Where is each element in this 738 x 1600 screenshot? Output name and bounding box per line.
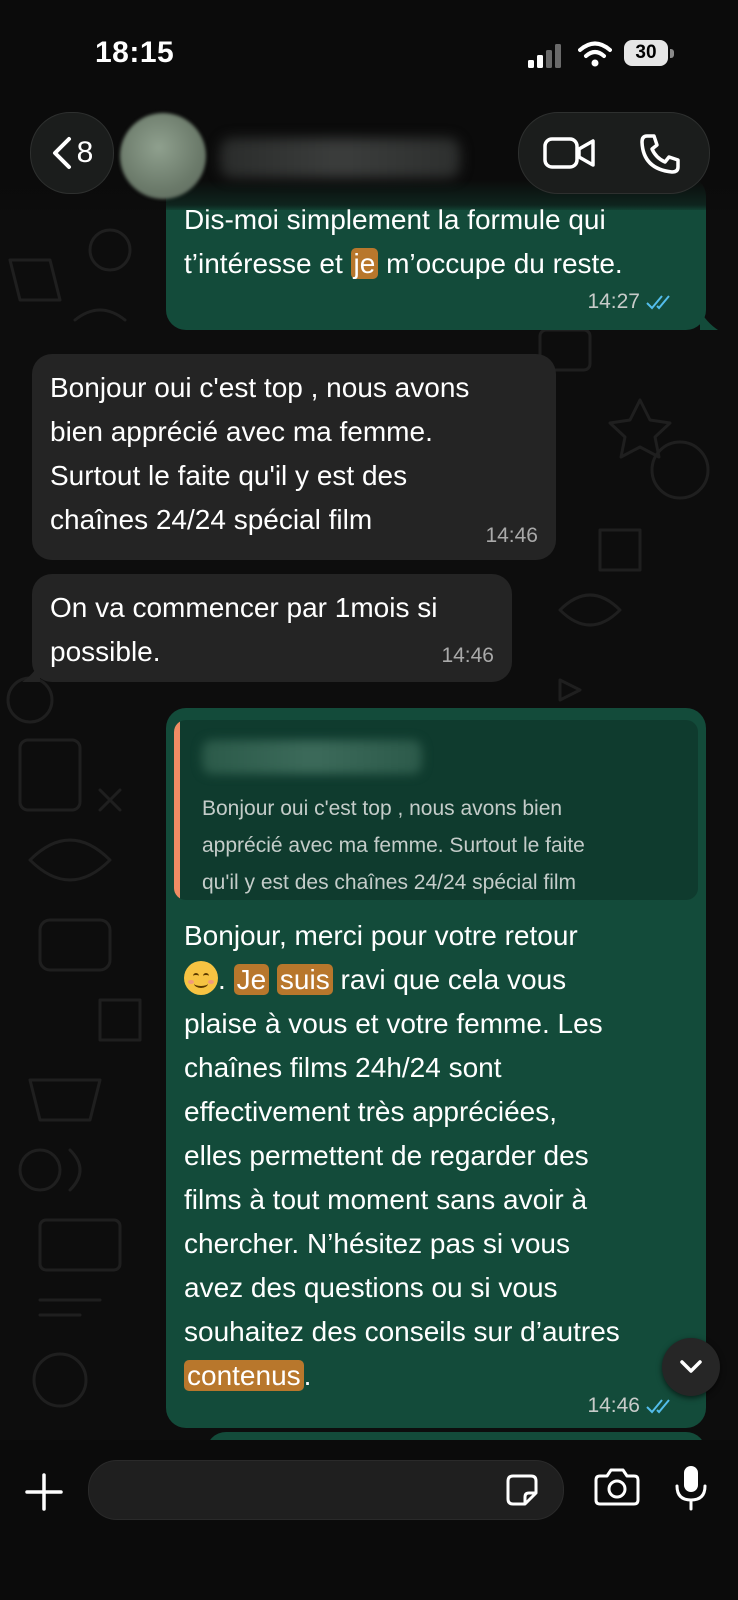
read-receipt-icon bbox=[646, 1399, 670, 1414]
message-body: Bonjour, merci pour votre retour . Je su… bbox=[184, 914, 620, 1398]
plus-icon[interactable] bbox=[24, 1472, 64, 1512]
composer-bar bbox=[0, 1440, 738, 1600]
quoted-line: apprécié avec ma femme. Surtout le faite bbox=[202, 834, 585, 857]
message-line: . Je suis ravi que cela vous bbox=[184, 958, 620, 1002]
message-line: bien apprécié avec ma femme. bbox=[50, 416, 433, 447]
message-time: 14:46 bbox=[485, 524, 538, 547]
message-input-field[interactable] bbox=[88, 1460, 564, 1521]
message-line: On va commencer par 1mois si bbox=[50, 592, 438, 623]
wifi-icon bbox=[578, 41, 612, 67]
battery-level: 30 bbox=[635, 42, 657, 63]
message-line: Surtout le faite qu'il y est des bbox=[50, 460, 408, 491]
incoming-message-bubble[interactable]: Bonjour oui c'est top , nous avons bien … bbox=[32, 354, 556, 560]
quoted-sender-blurred bbox=[202, 740, 422, 774]
read-receipt-icon bbox=[646, 295, 670, 310]
message-line: souhaitez des conseils sur d’autres bbox=[184, 1316, 620, 1347]
video-call-icon[interactable] bbox=[543, 135, 595, 171]
message-text: t’intéresse et je m’occupe du reste. bbox=[184, 248, 623, 279]
camera-icon[interactable] bbox=[594, 1468, 640, 1506]
unread-count: 8 bbox=[76, 136, 94, 169]
cellular-signal-icon bbox=[528, 44, 561, 68]
search-highlight: Je bbox=[233, 964, 270, 995]
bubble-tail bbox=[700, 310, 718, 330]
search-highlight: suis bbox=[276, 964, 333, 995]
bubble-tail bbox=[22, 662, 40, 682]
search-highlight: je bbox=[350, 248, 379, 279]
message-meta: 14:27 bbox=[587, 290, 676, 314]
message-line: chaînes films 24h/24 sont bbox=[184, 1052, 502, 1083]
quoted-line: Bonjour oui c'est top , nous avons bien bbox=[202, 797, 563, 820]
message-line: chaînes 24/24 spécial film bbox=[50, 504, 373, 535]
message-line: Bonjour, merci pour votre retour bbox=[184, 920, 578, 951]
status-time: 18:15 bbox=[95, 36, 175, 69]
message-line: Bonjour oui c'est top , nous avons bbox=[50, 372, 470, 403]
chevron-down-icon bbox=[680, 1360, 702, 1373]
message-time: 14:46 bbox=[587, 1394, 640, 1417]
microphone-icon[interactable] bbox=[674, 1464, 708, 1512]
message-line: films à tout moment sans avoir à bbox=[184, 1184, 588, 1215]
message-time: 14:27 bbox=[587, 290, 640, 313]
contact-name-blurred[interactable] bbox=[220, 138, 460, 178]
search-highlight: contenus bbox=[184, 1360, 304, 1391]
message-line: contenus. bbox=[184, 1354, 620, 1398]
scroll-to-bottom-button[interactable] bbox=[662, 1338, 720, 1396]
contact-avatar[interactable] bbox=[120, 113, 206, 199]
quoted-message[interactable]: Bonjour oui c'est top , nous avons bien … bbox=[174, 720, 698, 900]
message-line: possible. bbox=[50, 636, 161, 667]
battery-nub bbox=[670, 49, 674, 58]
sticker-icon[interactable] bbox=[505, 1473, 539, 1507]
message-line: plaise à vous et votre femme. Les bbox=[184, 1008, 603, 1039]
back-chevron-icon bbox=[52, 137, 71, 169]
message-meta: 14:46 bbox=[587, 1394, 676, 1418]
quote-accent-bar bbox=[174, 720, 180, 900]
smiling-face-emoji bbox=[184, 961, 218, 995]
phone-call-icon[interactable] bbox=[639, 133, 681, 175]
message-line: elles permettent de regarder des bbox=[184, 1140, 589, 1171]
battery-indicator: 30 bbox=[624, 40, 674, 66]
call-actions bbox=[518, 112, 710, 194]
quoted-text: Bonjour oui c'est top , nous avons bien … bbox=[202, 790, 692, 900]
message-input[interactable] bbox=[109, 1461, 493, 1521]
incoming-message-bubble[interactable]: On va commencer par 1mois si possible. 1… bbox=[32, 574, 512, 682]
quoted-line: qu'il y est des chaînes 24/24 spécial fi… bbox=[202, 871, 577, 894]
message-line: effectivement très appréciées, bbox=[184, 1096, 558, 1127]
back-button[interactable]: 8 bbox=[30, 112, 114, 194]
message-time: 14:46 bbox=[441, 644, 494, 667]
message-line: avez des questions ou si vous bbox=[184, 1272, 558, 1303]
message-line: chercher. N’hésitez pas si vous bbox=[184, 1228, 570, 1259]
outgoing-reply-bubble[interactable]: Bonjour oui c'est top , nous avons bien … bbox=[166, 708, 706, 1428]
